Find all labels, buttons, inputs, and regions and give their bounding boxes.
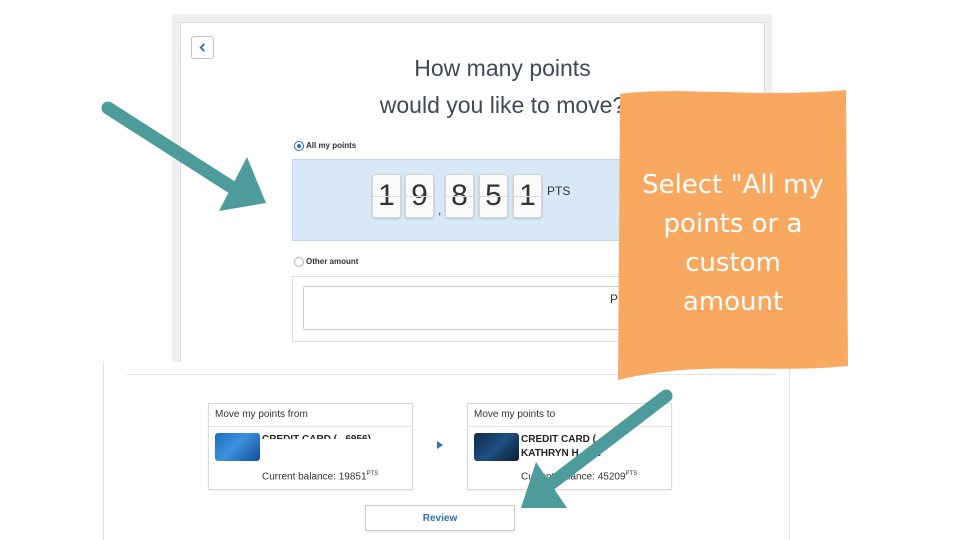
annotation-text: Select "All my points or a custom amount [628,166,838,322]
annotation-line: custom [685,248,781,278]
annotation-line: points or a [663,209,803,239]
teal-arrow-icon [521,389,673,508]
screenshot-canvas: How many points would you like to move? … [0,0,960,540]
annotation-line: amount [682,287,784,317]
annotation-line: Select "All my [642,170,824,200]
teal-arrow-icon [101,101,266,211]
